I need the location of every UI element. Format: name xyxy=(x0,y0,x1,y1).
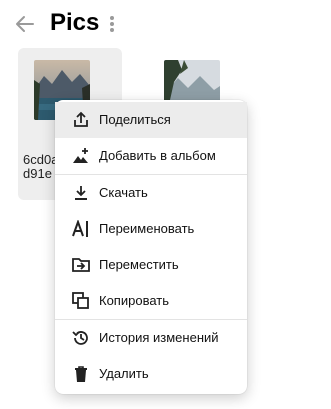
menu-item-add-to-album[interactable]: Добавить в альбом xyxy=(55,138,247,174)
menu-item-label: Копировать xyxy=(99,293,169,308)
menu-item-copy[interactable]: Копировать xyxy=(55,283,247,319)
download-icon xyxy=(75,186,87,200)
menu-item-move[interactable]: Переместить xyxy=(55,247,247,283)
history-icon xyxy=(72,331,88,345)
menu-item-label: Поделиться xyxy=(99,112,171,127)
header: Pics xyxy=(0,0,331,48)
menu-item-share[interactable]: Поделиться xyxy=(55,102,247,138)
back-button[interactable] xyxy=(13,12,37,36)
delete-icon xyxy=(75,366,87,382)
rename-icon xyxy=(72,220,88,237)
add-to-album-icon xyxy=(73,148,88,163)
copy-icon xyxy=(72,292,89,309)
move-icon xyxy=(72,258,90,272)
arrow-left-icon xyxy=(16,16,34,32)
menu-item-label: Добавить в альбом xyxy=(99,148,216,163)
menu-item-label: Переименовать xyxy=(99,221,195,236)
menu-item-download[interactable]: Скачать xyxy=(55,175,247,211)
file-name-line-2: d91e xyxy=(23,166,52,181)
menu-item-label: Скачать xyxy=(99,185,148,200)
file-name-line-1: 6cd0a xyxy=(23,152,59,167)
more-vertical-icon xyxy=(110,16,114,32)
more-options-button[interactable] xyxy=(104,12,120,36)
menu-item-label: Переместить xyxy=(99,257,179,272)
menu-item-label: История изменений xyxy=(99,330,219,345)
menu-item-rename[interactable]: Переименовать xyxy=(55,211,247,247)
context-menu: Поделиться Добавить в альбом Скачать Пер… xyxy=(55,100,247,394)
share-icon xyxy=(74,111,88,127)
folder-title: Pics xyxy=(50,9,100,36)
menu-item-history[interactable]: История изменений xyxy=(55,320,247,356)
menu-item-label: Удалить xyxy=(99,366,149,381)
menu-item-delete[interactable]: Удалить xyxy=(55,356,247,392)
